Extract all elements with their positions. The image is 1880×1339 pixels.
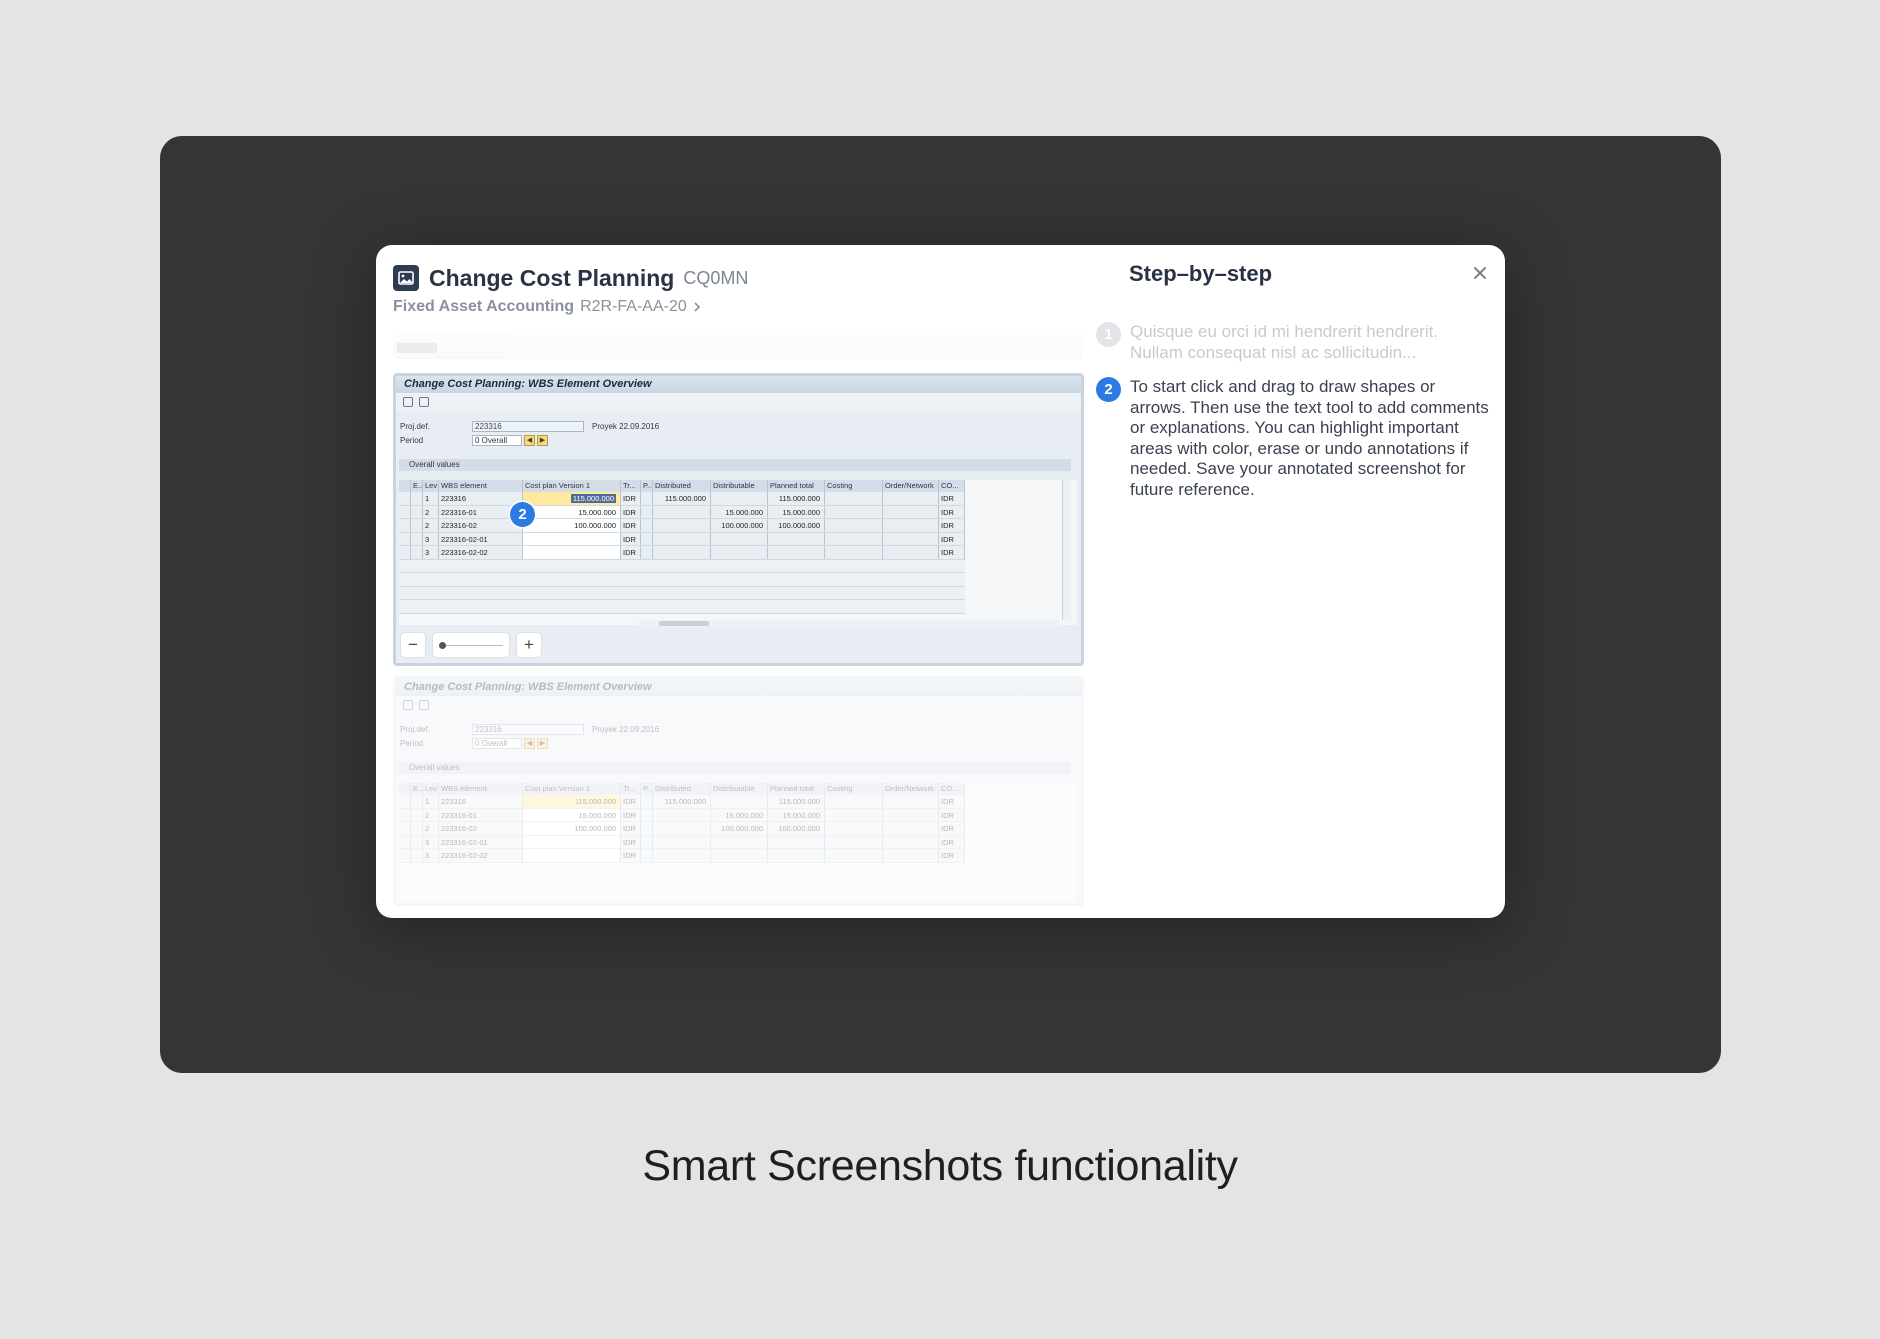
table-row-empty <box>399 600 965 614</box>
table-row: 1 223316 115.000.000 IDR 115.000.000 115… <box>399 492 965 506</box>
vertical-scrollbar <box>1062 480 1071 620</box>
sap-toolbar <box>396 393 1081 411</box>
annotation-marker[interactable]: 2 <box>510 502 535 527</box>
next-icon: ▶ <box>537 434 548 446</box>
table-row-empty <box>399 586 965 600</box>
breadcrumb[interactable]: Fixed Asset Accounting R2R-FA-AA-20 <box>393 298 1113 316</box>
period-select: 0 Overall <box>472 434 522 446</box>
next-icon: ▶ <box>537 737 548 749</box>
glasses-icon <box>403 700 413 710</box>
period-label: Period <box>400 435 424 445</box>
horizontal-scrollbar <box>639 620 1059 627</box>
sap-window-title: Change Cost Planning: WBS Element Overvi… <box>396 679 1081 696</box>
projdef-label: Proj.def. <box>400 421 430 431</box>
caption: Smart Screenshots functionality <box>642 1142 1238 1190</box>
table-row: 2 223316-01 15.000.000 IDR 15.000.000 15… <box>399 505 965 519</box>
table-row: 1 223316 115.000.000 IDR 115.000.000 115.000.… <box>399 795 965 809</box>
step-text: Quisque eu orci id mi hendrerit hendreri… <box>1130 322 1439 362</box>
transaction-code: CQ0MN <box>683 267 749 288</box>
zoom-slider[interactable] <box>432 632 510 658</box>
table-row: 3 223316-02-02 IDR IDR <box>399 546 965 560</box>
step-number: 1 <box>1096 322 1121 347</box>
table-row: 3 223316-02-01 IDR IDR <box>399 835 965 849</box>
zoom-in-button[interactable]: + <box>516 632 542 658</box>
overall-values-title: Overall values <box>399 459 1071 471</box>
previous-icon: ◀ <box>524 434 535 446</box>
table-row: 2 223316-02 100.000.000 IDR 100.000.000 … <box>399 519 965 533</box>
previous-icon: ◀ <box>524 737 535 749</box>
step-item[interactable]: 1 Quisque eu orci id mi hendrerit hendre… <box>1096 322 1491 363</box>
table-row: 2 223316-02 100.000.000 IDR 100.000.000 100.0… <box>399 822 965 836</box>
sap-window-title: Change Cost Planning: WBS Element Overvi… <box>396 376 1081 393</box>
document-icon <box>419 700 429 710</box>
steps-panel-title: Step–by–step <box>1129 261 1273 286</box>
smart-screenshot-modal: Change Cost Planning CQ0MN Fixed Asset A… <box>376 245 1505 918</box>
step-number: 2 <box>1096 377 1121 402</box>
zoom-out-button[interactable]: − <box>400 632 426 658</box>
wbs-grid: E.. Lev WBS element Cost plan Version 1 Tr..… <box>399 783 1077 903</box>
page-title: Change Cost Planning <box>429 264 675 291</box>
table-row-empty <box>399 573 965 587</box>
table-row-empty <box>399 559 965 573</box>
table-row: 3 223316-02-01 IDR IDR <box>399 532 965 546</box>
document-icon <box>419 397 429 407</box>
close-icon[interactable] <box>1473 266 1487 285</box>
step-text: To start click and drag to draw shapes o… <box>1130 377 1489 499</box>
close-button[interactable] <box>1468 263 1492 287</box>
breadcrumb-label[interactable]: Fixed Asset Accounting <box>393 298 574 316</box>
grid-header: E.. Lev WBS element Cost plan Version 1 … <box>399 480 965 492</box>
next-screenshot-preview[interactable]: Change Cost Planning: WBS Element Overvi… <box>393 676 1084 906</box>
zoom-slider-knob[interactable] <box>439 642 447 649</box>
step-item-active[interactable]: 2 To start click and drag to draw shapes… <box>1096 377 1491 500</box>
glasses-icon <box>403 397 413 407</box>
projdef-desc: Proyek 22.09.2016 <box>592 421 660 431</box>
projdef-value: 223316 <box>472 420 584 432</box>
modal-header: Change Cost Planning CQ0MN Fixed Asset A… <box>393 263 1113 316</box>
wbs-grid: E.. Lev WBS element Cost plan Version 1 … <box>399 480 1077 627</box>
chevron-right-icon[interactable] <box>693 301 701 313</box>
previous-screenshot-strip[interactable] <box>393 333 1083 359</box>
table-row: 3 223316-02-02 IDR IDR <box>399 849 965 863</box>
image-icon <box>393 265 419 291</box>
breadcrumb-code: R2R-FA-AA-20 <box>580 298 687 315</box>
sap-header-fields: Proj.def. 223316 Proyek 22.09.2016 Perio… <box>396 411 1081 455</box>
table-row: 2 223316-01 15.000.000 IDR 15.000.000 15.000.… <box>399 808 965 822</box>
zoom-controls: − + <box>400 632 542 658</box>
sap-screenshot[interactable]: Change Cost Planning: WBS Element Overvi… <box>393 373 1084 666</box>
